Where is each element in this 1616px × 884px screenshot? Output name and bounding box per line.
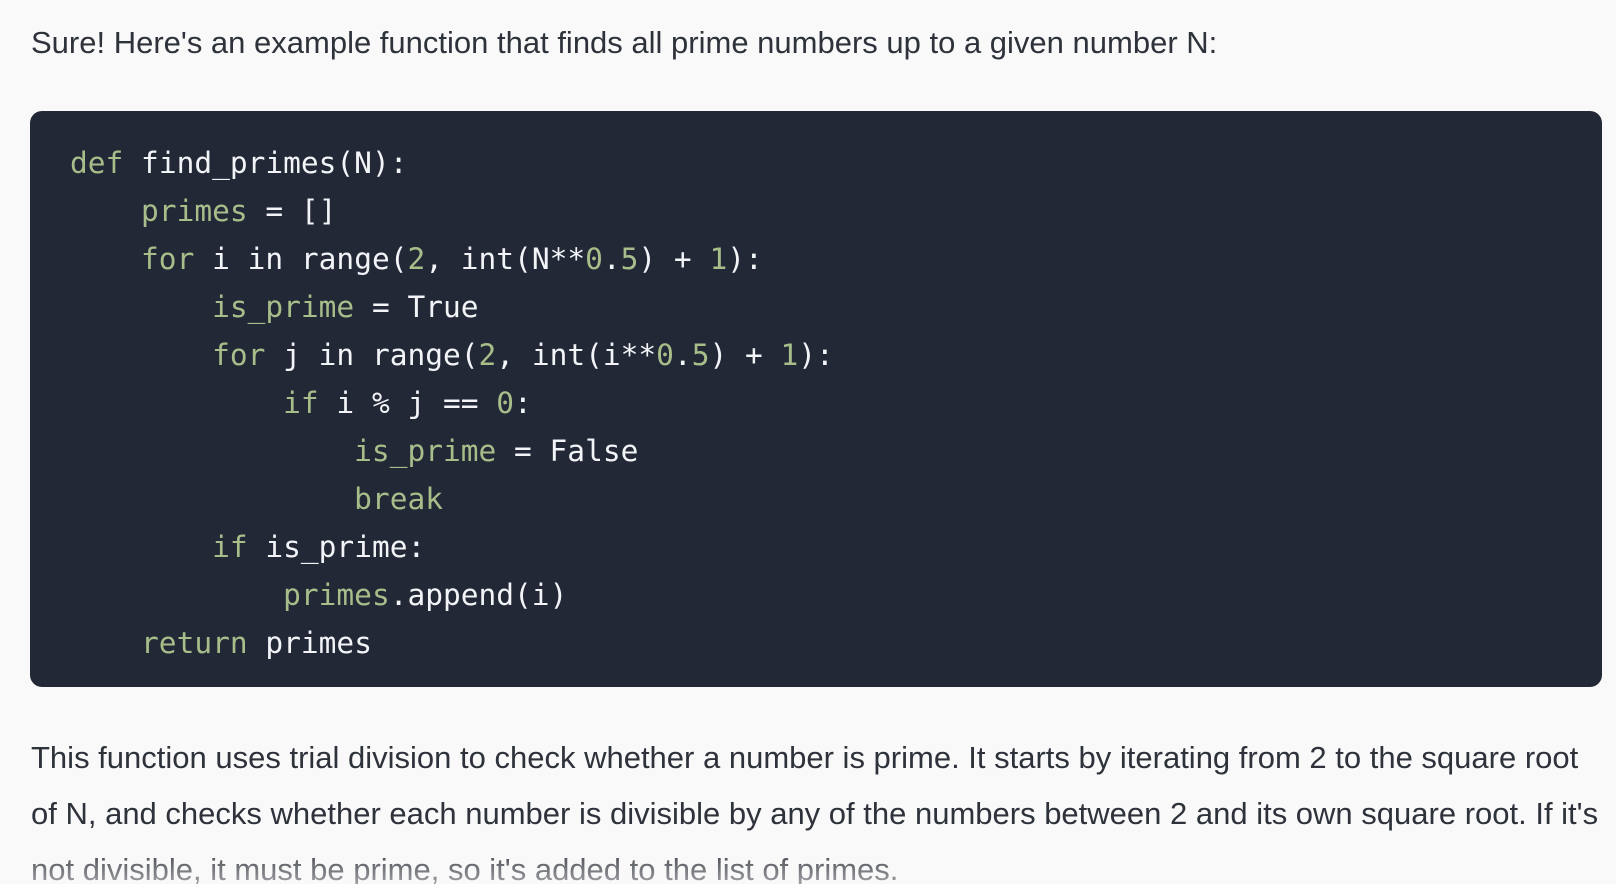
code-token: 2 xyxy=(407,242,426,276)
code-line: if is_prime: xyxy=(70,523,1602,571)
code-line: def find_primes(N): xyxy=(70,139,1602,187)
code-token: 5 xyxy=(620,242,639,276)
code-block[interactable]: def find_primes(N): primes = [] for i in… xyxy=(30,111,1602,687)
code-token: = True xyxy=(354,290,479,324)
code-token: ): xyxy=(798,338,834,372)
code-token: : xyxy=(514,386,532,420)
code-token: 0 xyxy=(496,386,515,420)
code-token: if xyxy=(283,386,319,420)
code-token: . xyxy=(673,338,692,372)
code-line: return primes xyxy=(70,619,1602,667)
code-token: for xyxy=(141,242,195,276)
code-token: break xyxy=(354,482,443,516)
intro-text: Sure! Here's an example function that fi… xyxy=(31,25,1218,60)
code-line: for j in range(2, int(i**0.5) + 1): xyxy=(70,331,1602,379)
code-token: ) + xyxy=(638,242,710,276)
code-token: = [] xyxy=(247,194,337,228)
code-line: if i % j == 0: xyxy=(70,379,1602,427)
code-line: primes.append(i) xyxy=(70,571,1602,619)
code-token: def xyxy=(70,146,124,180)
code-token: j in range( xyxy=(265,338,479,372)
code-token: ): xyxy=(727,242,763,276)
code-token: is_prime xyxy=(212,290,355,324)
code-token: primes xyxy=(141,194,248,228)
code-token: primes xyxy=(247,626,372,660)
code-token: 1 xyxy=(709,242,728,276)
code-token: if xyxy=(212,530,248,564)
code-token: 0 xyxy=(585,242,603,276)
code-token: return xyxy=(141,626,248,660)
code-token: find_primes(N): xyxy=(123,146,408,180)
code-token: = False xyxy=(496,434,639,468)
code-line: is_prime = False xyxy=(70,427,1602,475)
code-token: is_prime: xyxy=(247,530,426,564)
code-token: 1 xyxy=(780,338,799,372)
code-token: , int(N** xyxy=(425,242,586,276)
code-token: i in range( xyxy=(194,242,408,276)
code-token: 0 xyxy=(656,338,674,372)
code-token: . xyxy=(602,242,621,276)
code-line: primes = [] xyxy=(70,187,1602,235)
code-token: i % j == xyxy=(318,386,497,420)
explanation-text: This function uses trial division to che… xyxy=(31,740,1599,884)
code-token: 5 xyxy=(691,338,710,372)
code-token: for xyxy=(212,338,266,372)
code-token: .append(i) xyxy=(389,578,568,612)
code-token: 2 xyxy=(478,338,497,372)
code-token: , int(i** xyxy=(496,338,657,372)
code-token: primes xyxy=(283,578,390,612)
code-token: is_prime xyxy=(354,434,497,468)
code-line: break xyxy=(70,475,1602,523)
code-line: for i in range(2, int(N**0.5) + 1): xyxy=(70,235,1602,283)
code-token: ) + xyxy=(709,338,781,372)
code-lines: def find_primes(N): primes = [] for i in… xyxy=(70,139,1602,667)
code-line: is_prime = True xyxy=(70,283,1602,331)
